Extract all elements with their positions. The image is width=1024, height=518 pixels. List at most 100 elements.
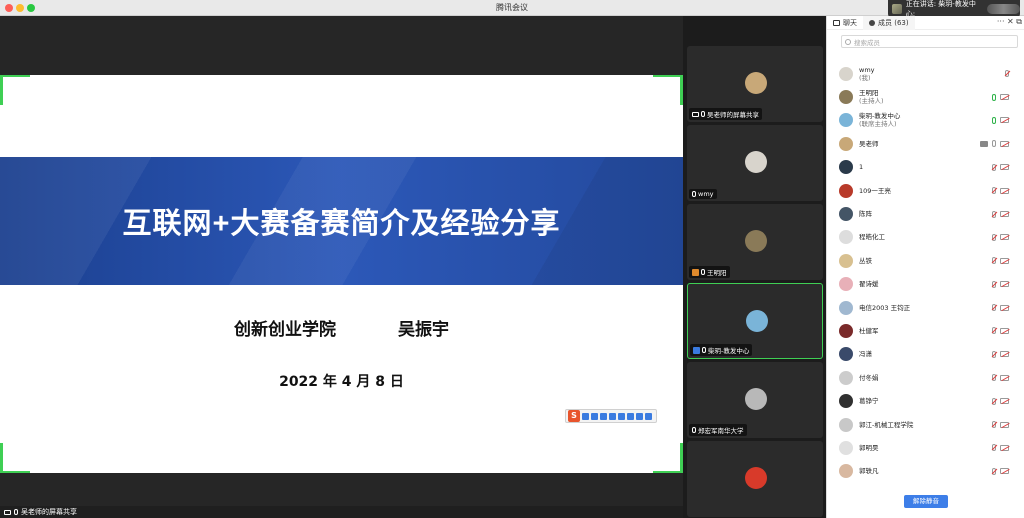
member-status-icons (992, 280, 1009, 288)
member-avatar (839, 370, 853, 385)
camera-off-icon[interactable] (1000, 211, 1009, 218)
mic-icon[interactable] (992, 374, 996, 382)
member-status-icons (1005, 70, 1009, 78)
camera-off-icon[interactable] (1000, 327, 1009, 334)
camera-off-icon[interactable] (1000, 374, 1009, 381)
mic-icon[interactable] (992, 257, 996, 265)
tab-members[interactable]: 成员 (63) (863, 15, 915, 30)
mic-icon[interactable] (992, 116, 996, 124)
member-row[interactable]: 丛铁 (827, 249, 1024, 272)
camera-off-icon[interactable] (1000, 164, 1009, 171)
video-tile[interactable]: wmy (687, 125, 823, 201)
member-row[interactable]: 付冬娟 (827, 366, 1024, 389)
unmute-button[interactable]: 解除静音 (904, 495, 948, 508)
member-avatar (839, 464, 853, 479)
member-row[interactable]: 翟诗媛 (827, 273, 1024, 296)
tile-label: wmy (689, 189, 717, 199)
member-row[interactable]: 杜健军 (827, 319, 1024, 342)
member-name-text: 杜健军 (859, 326, 879, 335)
camera-off-icon[interactable] (1000, 140, 1009, 147)
mic-icon[interactable] (992, 187, 996, 195)
mic-icon[interactable] (992, 210, 996, 218)
video-tile[interactable]: 柴玥-教发中心 (687, 283, 823, 359)
member-avatar (839, 136, 853, 151)
member-avatar (839, 417, 853, 432)
mic-icon[interactable] (992, 280, 996, 288)
member-row[interactable]: 郭江-机械工程学院 (827, 413, 1024, 436)
member-name: 冯潇 (859, 350, 872, 358)
mic-icon (14, 509, 18, 515)
ime-tool-icon[interactable] (600, 412, 607, 420)
mic-icon[interactable] (992, 421, 996, 429)
ime-tool-icon[interactable] (636, 412, 643, 420)
member-list[interactable]: wmy (我) 王明阳 (主持人) 柴玥-教发中心 (联席主持人) 吴老师 1 109一王亮 陈阵… (827, 62, 1024, 483)
member-row[interactable]: 葛铮宁 (827, 389, 1024, 412)
member-row[interactable]: 柴玥-教发中心 (联席主持人) (827, 109, 1024, 132)
panel-tools[interactable]: ··· ✕ ⧉ (997, 17, 1022, 27)
member-row[interactable]: 冯潇 (827, 343, 1024, 366)
mic-icon (692, 191, 696, 197)
search-icon (845, 38, 851, 45)
mic-icon[interactable] (992, 93, 996, 101)
member-row[interactable]: 陈阵 (827, 202, 1024, 225)
camera-off-icon[interactable] (1000, 234, 1009, 241)
ime-tool-icon[interactable] (645, 412, 652, 420)
camera-off-icon[interactable] (1000, 351, 1009, 358)
member-row[interactable]: 1 (827, 156, 1024, 179)
camera-off-icon[interactable] (1000, 187, 1009, 194)
member-search-input[interactable]: 搜索成员 (841, 35, 1018, 48)
sogou-ime-icon[interactable]: S (568, 410, 580, 422)
meeting-window: 腾讯会议 正在讲话: 柴玥-教发中心; 互联网+大赛备赛简介及经验分享 创新创业… (0, 0, 1024, 518)
camera-off-icon[interactable] (1000, 117, 1009, 124)
mic-icon[interactable] (992, 304, 996, 312)
member-role: (联席主持人) (859, 120, 897, 129)
mic-icon[interactable] (992, 140, 996, 148)
slide-date: 2022 年 4 月 8 日 (279, 374, 404, 390)
mic-icon[interactable] (992, 397, 996, 405)
member-avatar (839, 207, 853, 222)
video-tile[interactable]: 吴老师的屏幕共享 (687, 46, 823, 122)
member-name-text: 冯潇 (859, 350, 872, 359)
tab-chat[interactable]: 聊天 (827, 16, 863, 30)
video-tile[interactable]: 王明阳 (687, 204, 823, 280)
mic-icon[interactable] (992, 350, 996, 358)
camera-off-icon[interactable] (1000, 444, 1009, 451)
mic-icon[interactable] (992, 327, 996, 335)
member-role: (主持人) (859, 97, 884, 106)
video-tile[interactable] (687, 441, 823, 517)
member-row[interactable]: 电信2003 王钧正 (827, 296, 1024, 319)
member-row[interactable]: 王明阳 (主持人) (827, 85, 1024, 108)
mic-icon[interactable] (992, 163, 996, 171)
member-row[interactable]: 吴老师 (827, 132, 1024, 155)
ime-tool-icon[interactable] (582, 412, 589, 420)
camera-off-icon[interactable] (1000, 398, 1009, 405)
member-row[interactable]: 程皓化工 (827, 226, 1024, 249)
camera-off-icon[interactable] (1000, 304, 1009, 311)
camera-off-icon[interactable] (1000, 94, 1009, 101)
camera-off-icon[interactable] (1000, 257, 1009, 264)
member-name: 丛铁 (859, 257, 872, 265)
members-icon (869, 19, 875, 26)
member-row[interactable]: wmy (我) (827, 62, 1024, 85)
mic-icon[interactable] (992, 233, 996, 241)
ime-tool-icon[interactable] (618, 412, 625, 420)
member-name: 柴玥-教发中心 (联席主持人) (859, 112, 900, 128)
camera-off-icon[interactable] (1000, 281, 1009, 288)
ime-tool-icon[interactable] (627, 412, 634, 420)
camera-off-icon[interactable] (1000, 468, 1009, 475)
camera-off-icon[interactable] (1000, 421, 1009, 428)
member-row[interactable]: 郭明昊 (827, 436, 1024, 459)
ime-tool-icon[interactable] (591, 412, 598, 420)
member-row[interactable]: 郭轶凡 (827, 460, 1024, 483)
mic-icon[interactable] (992, 444, 996, 452)
member-status-icons (992, 257, 1009, 265)
video-tile[interactable]: 郑宏军南华大学 (687, 362, 823, 438)
ime-toolbar[interactable]: S (565, 409, 657, 423)
member-name-text: 郭明昊 (859, 443, 879, 452)
video-tiles-column[interactable]: 吴老师的屏幕共享 wmy 王明阳 柴玥-教发中心 郑宏军南华大学 (683, 16, 826, 518)
mic-icon[interactable] (1005, 70, 1009, 78)
member-row[interactable]: 109一王亮 (827, 179, 1024, 202)
screen-share-area[interactable]: 互联网+大赛备赛简介及经验分享 创新创业学院 吴振宇 2022 年 4 月 8 … (0, 16, 683, 506)
ime-tool-icon[interactable] (609, 412, 616, 420)
mic-icon[interactable] (992, 467, 996, 475)
